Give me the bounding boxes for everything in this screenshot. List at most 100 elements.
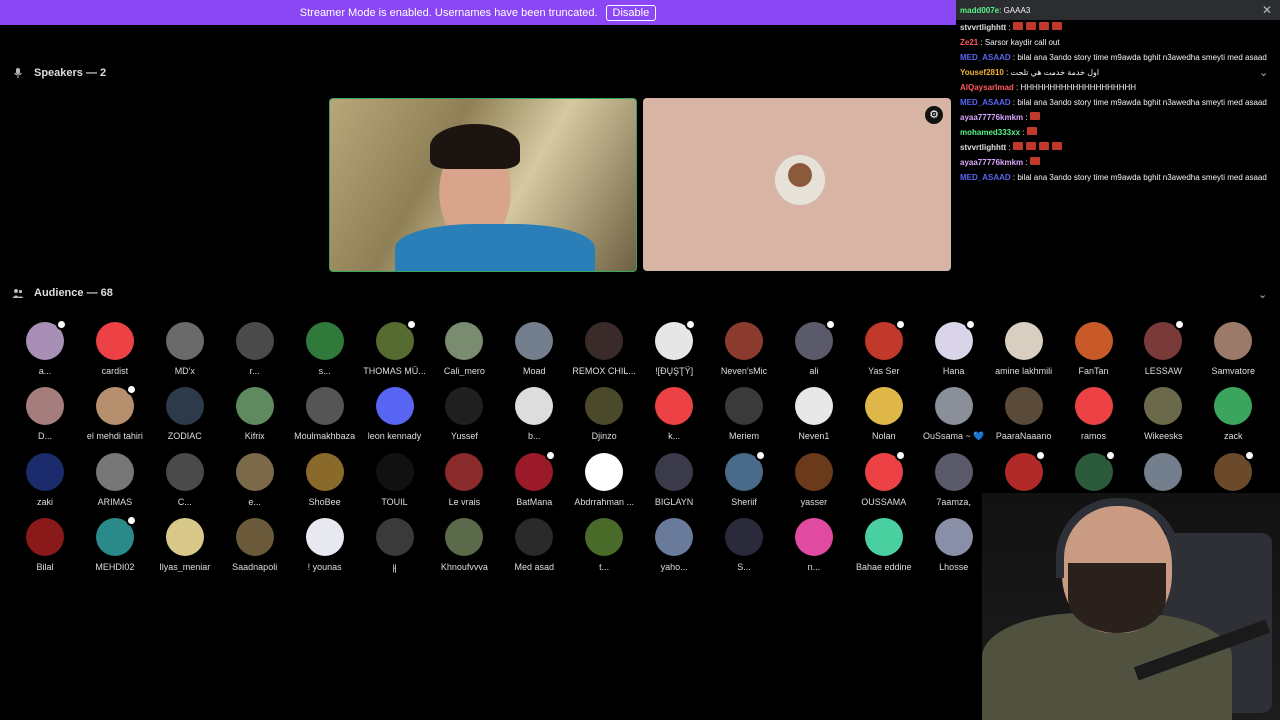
disable-button[interactable]: Disable (605, 4, 657, 21)
member-name: Hana (942, 366, 965, 376)
audience-member[interactable]: ㅐ (360, 517, 430, 575)
audience-member[interactable]: Samvatore (1198, 322, 1268, 376)
audience-member[interactable]: S... (709, 517, 779, 572)
audience-member[interactable]: Bilal (10, 517, 80, 572)
member-name: LESSAW (1144, 366, 1182, 376)
audience-member[interactable]: ZODIAC (150, 387, 220, 441)
audience-member[interactable]: 7aamza, (919, 452, 989, 507)
audience-member[interactable]: Hana (919, 319, 989, 376)
audience-member[interactable]: BatMana (499, 449, 569, 507)
audience-member[interactable]: ali (779, 319, 849, 376)
audience-member[interactable]: leon kennady (360, 387, 430, 441)
audience-member[interactable]: Saadnapoli (220, 517, 290, 572)
chevron-down-icon[interactable]: ⌄ (1259, 66, 1268, 79)
audience-member[interactable]: amine lakhmili (989, 322, 1059, 376)
audience-member[interactable]: el mehdi tahiri (80, 384, 150, 441)
member-name: OUSSAMA (861, 496, 907, 507)
member-name: Le vrais (448, 496, 481, 507)
speaker-avatar-tile[interactable]: ⚙ (643, 98, 951, 271)
audience-member[interactable]: r... (220, 322, 290, 376)
audience-member[interactable]: ARIMAS (80, 452, 150, 507)
audience-member[interactable]: ![ĐŲŞŢŸ] (639, 319, 709, 376)
audience-member[interactable]: cardist (80, 322, 150, 376)
status-badge (405, 319, 417, 330)
audience-member[interactable]: MEHDI02 (80, 514, 150, 572)
audience-member[interactable]: zack (1198, 387, 1268, 441)
close-icon[interactable]: ✕ (1262, 4, 1272, 17)
audience-member[interactable]: Ilyas_meniar (150, 517, 220, 572)
audience-member[interactable]: Yas Ser (849, 319, 919, 376)
chat-message: Ze21 : Sarsor kaydir call out (956, 35, 1280, 50)
audience-member[interactable]: e... (220, 452, 290, 507)
banner-message: Streamer Mode is enabled. Usernames have… (299, 6, 598, 19)
avatar (26, 517, 64, 556)
audience-member[interactable]: n... (779, 517, 849, 572)
chat-text: : (1020, 128, 1027, 137)
audience-member[interactable]: REMOX CHIL... (569, 322, 639, 376)
audience-member[interactable]: Cali_mero (429, 322, 499, 376)
audience-member[interactable]: ShoBee (290, 452, 360, 507)
avatar (725, 322, 763, 360)
audience-member[interactable]: Djinzo (569, 387, 639, 441)
audience-member[interactable]: THOMAS MÜ... (360, 319, 430, 376)
audience-member[interactable]: yasser (779, 452, 849, 507)
speaker-video-tile[interactable] (329, 98, 637, 272)
audience-member[interactable]: b... (499, 387, 569, 441)
audience-member[interactable]: MD'x (150, 322, 220, 376)
audience-member[interactable]: D... (10, 387, 80, 441)
audience-member[interactable]: TOUIL (360, 452, 430, 507)
audience-member[interactable]: LESSAW (1128, 319, 1198, 376)
audience-member[interactable]: yaho... (639, 517, 709, 572)
audience-member[interactable]: Meriem (709, 387, 779, 441)
settings-icon[interactable]: ⚙ (925, 106, 943, 124)
audience-member[interactable]: PaaraNaaano (989, 387, 1059, 441)
audience-member[interactable]: Lhosse (919, 517, 989, 572)
audience-member[interactable]: t... (569, 517, 639, 572)
chat-text: : اول خدمة خدمت هي تلحت (1003, 68, 1100, 77)
audience-member[interactable]: k... (639, 387, 709, 441)
audience-member[interactable]: Kifrix (220, 387, 290, 441)
audience-member[interactable]: ! younas (290, 517, 360, 572)
audience-member[interactable]: Yussef (429, 387, 499, 441)
member-name: Wikeesks (1144, 431, 1183, 442)
audience-member[interactable]: Moad (499, 322, 569, 376)
chat-message: stvvrtlighhtt : (956, 140, 1280, 155)
chevron-down-icon[interactable]: ⌄ (1258, 288, 1267, 301)
chat-username: MED_ASAAD (960, 173, 1011, 182)
avatar (235, 452, 274, 491)
member-name: Moulmakhbaza (294, 431, 356, 442)
chat-top-message: madd007e : GAAA3 (956, 0, 1280, 20)
member-name: Samvatore (1211, 366, 1256, 376)
audience-member[interactable]: Abdrrahman ... (569, 452, 639, 507)
audience-member[interactable]: Moulmakhbaza (290, 387, 360, 441)
audience-member[interactable]: a... (10, 319, 80, 376)
audience-member[interactable]: Sheriif (709, 449, 779, 507)
audience-member[interactable]: BIGLAYN (639, 452, 709, 507)
audience-member[interactable]: s... (290, 322, 360, 376)
audience-member[interactable]: ramos (1059, 387, 1129, 441)
audience-member[interactable]: Khnoufvvva (429, 517, 499, 572)
avatar (725, 449, 766, 491)
avatar (1144, 319, 1186, 360)
chat-message: stvvrtlighhtt : (956, 20, 1280, 35)
audience-member[interactable]: Med asad (499, 517, 569, 572)
member-name: OuSsama ~ 💙 (922, 431, 985, 442)
member-name: Djinzo (591, 431, 617, 442)
status-badge (125, 384, 137, 396)
audience-member[interactable]: Neven1 (779, 387, 849, 441)
member-name: PaaraNaaano (995, 431, 1052, 442)
audience-member[interactable]: C... (150, 452, 220, 507)
audience-member[interactable]: Neven'sMic (709, 322, 779, 376)
audience-member[interactable]: OUSSAMA (849, 449, 919, 507)
audience-member[interactable]: zaki (10, 452, 80, 507)
audience-member[interactable]: FanTan (1059, 322, 1129, 376)
avatar (585, 387, 624, 426)
member-name: Kifrix (244, 431, 265, 442)
audience-member[interactable]: Bahae eddine (849, 517, 919, 572)
audience-member[interactable]: Le vrais (429, 452, 499, 507)
avatar (864, 387, 903, 426)
audience-member[interactable]: OuSsama ~ 💙 (919, 387, 989, 442)
audience-member[interactable]: Wikeesks (1128, 387, 1198, 441)
audience-member[interactable]: Nolan (849, 387, 919, 441)
chat-username: ayaa77776kmkm (960, 113, 1024, 122)
